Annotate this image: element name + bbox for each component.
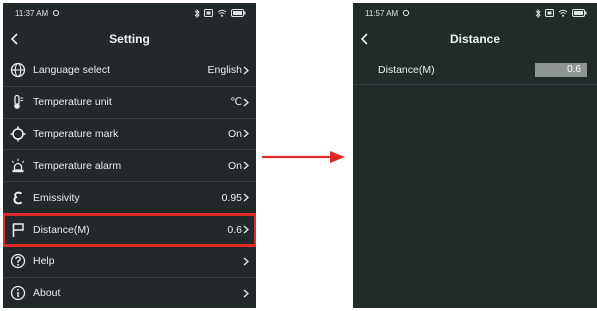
chevron-right-icon bbox=[243, 193, 250, 203]
notification-icon bbox=[53, 9, 60, 17]
row-label: Temperature alarm bbox=[33, 159, 122, 172]
row-value: 0.95 bbox=[221, 191, 242, 204]
settings-screen: 11:37 AM Setting Language select English bbox=[3, 3, 256, 308]
row-value: On bbox=[227, 127, 242, 140]
distance-input[interactable] bbox=[535, 62, 587, 77]
chevron-right-icon bbox=[243, 129, 250, 139]
alarm-icon bbox=[9, 157, 27, 175]
status-bar: 11:37 AM bbox=[3, 3, 256, 23]
bluetooth-icon bbox=[194, 8, 200, 18]
page-title: Setting bbox=[109, 32, 150, 46]
battery-icon bbox=[231, 9, 246, 17]
row-label: About bbox=[33, 287, 61, 300]
title-bar: Setting bbox=[3, 23, 256, 55]
temperature-unit-row[interactable]: Temperature unit ℃ bbox=[3, 87, 256, 119]
chevron-right-icon bbox=[243, 97, 250, 107]
status-time: 11:57 AM bbox=[365, 8, 399, 18]
language-select-row[interactable]: Language select English bbox=[3, 55, 256, 87]
chevron-right-icon bbox=[243, 225, 250, 235]
distance-screen: 11:57 AM Distance Distance(M) bbox=[353, 3, 597, 308]
about-row[interactable]: About bbox=[3, 278, 256, 308]
row-value: 0.6 bbox=[227, 223, 242, 236]
title-bar: Distance bbox=[353, 23, 597, 55]
chevron-right-icon bbox=[243, 256, 250, 266]
status-bar: 11:57 AM bbox=[353, 3, 597, 23]
chevron-right-icon bbox=[243, 288, 250, 298]
row-label: Temperature mark bbox=[33, 127, 119, 140]
status-time: 11:37 AM bbox=[15, 8, 49, 18]
battery-icon bbox=[572, 9, 587, 17]
back-arrow-icon[interactable] bbox=[7, 31, 23, 47]
settings-list: Language select English Temperature unit… bbox=[3, 55, 256, 308]
temperature-alarm-row[interactable]: Temperature alarm On bbox=[3, 150, 256, 183]
row-value: English bbox=[207, 64, 242, 77]
flag-icon bbox=[9, 221, 27, 239]
help-row[interactable]: Help bbox=[3, 246, 256, 278]
temperature-mark-row[interactable]: Temperature mark On bbox=[3, 119, 256, 151]
row-value: ℃ bbox=[230, 96, 242, 109]
thermometer-icon bbox=[9, 93, 27, 111]
wifi-icon bbox=[217, 9, 227, 17]
row-value: On bbox=[227, 159, 242, 172]
row-label: Temperature unit bbox=[33, 96, 112, 109]
page-title: Distance bbox=[449, 32, 501, 46]
wifi-icon bbox=[558, 9, 568, 17]
row-label: Emissivity bbox=[33, 191, 80, 204]
crosshair-icon bbox=[9, 125, 27, 143]
epsilon-icon bbox=[9, 189, 27, 207]
info-icon bbox=[9, 284, 27, 302]
notification-icon bbox=[403, 9, 410, 17]
distance-setting-row: Distance(M) bbox=[353, 55, 597, 85]
chevron-right-icon bbox=[243, 65, 250, 75]
sim-icon bbox=[545, 9, 554, 17]
chevron-right-icon bbox=[243, 161, 250, 171]
row-label: Distance(M) bbox=[33, 223, 90, 236]
emissivity-row[interactable]: Emissivity 0.95 bbox=[3, 182, 256, 214]
sim-icon bbox=[204, 9, 213, 17]
back-arrow-icon[interactable] bbox=[357, 31, 373, 47]
red-arrow-icon bbox=[262, 151, 345, 163]
globe-icon bbox=[9, 61, 27, 79]
question-icon bbox=[9, 252, 27, 270]
bluetooth-icon bbox=[535, 8, 541, 18]
row-label: Language select bbox=[33, 64, 111, 77]
row-label: Help bbox=[33, 255, 55, 268]
distance-row[interactable]: Distance(M) 0.6 bbox=[3, 212, 256, 247]
distance-label: Distance(M) bbox=[378, 63, 435, 76]
